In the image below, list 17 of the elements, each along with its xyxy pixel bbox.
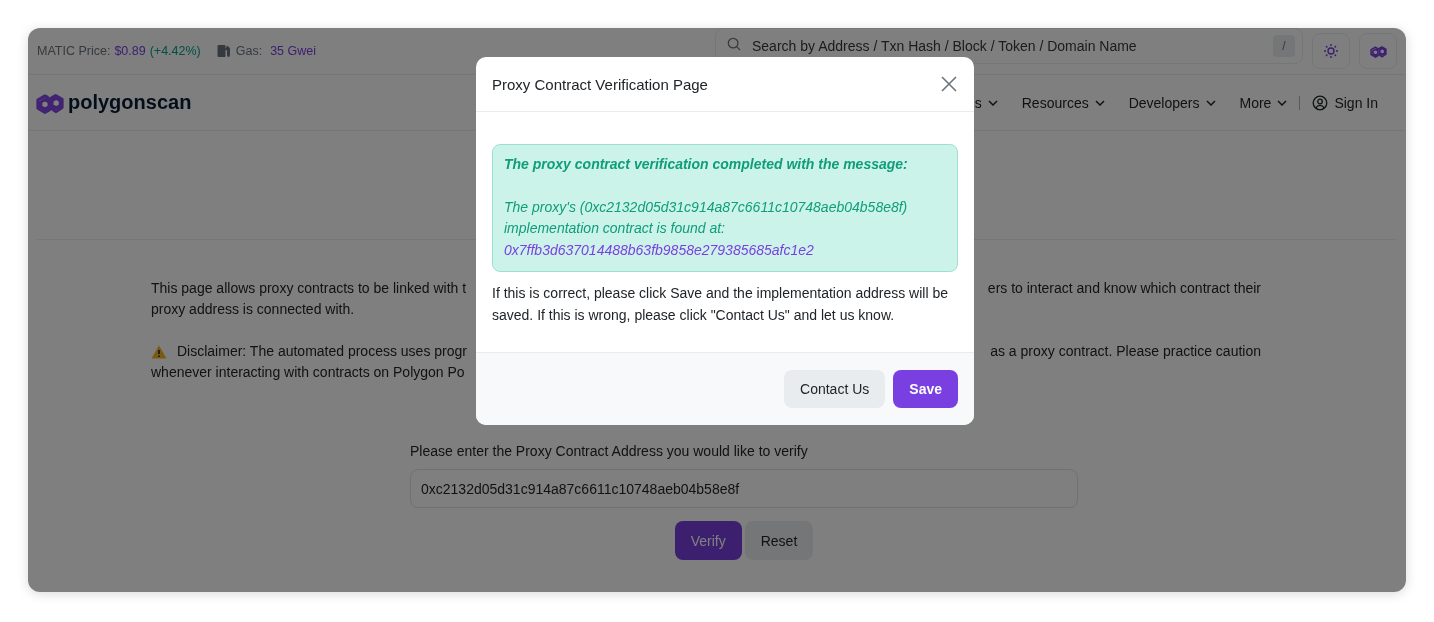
intro-text: This page allows proxy contracts to be linked with t (151, 279, 467, 298)
disclaimer-text: whenever interacting with contracts on Polygon Po (151, 363, 465, 382)
dialog-message: If this is correct, please click Save and the implementation address will be saved. If this is wrong, please click "Contact Us" and let us know. (492, 284, 949, 325)
disclaimer-text: as a proxy contract. Please practice caution (990, 342, 1261, 361)
intro-text: ers to interact and know which contract their (987, 279, 1261, 298)
disclaimer-text: Disclaimer: The automated process uses progr (177, 342, 467, 361)
price-value: $0.89 (114, 44, 146, 58)
alert-message: The proxy's (0xc2132d05d31c914a87c6611c10748aeb04b58e8f) implementation contract is found at: (504, 197, 909, 238)
gas-label: Gas: (235, 44, 263, 58)
dialog-title: Proxy Contract Verification Page (492, 75, 708, 93)
price-label: MATIC Price: (37, 44, 111, 58)
gas-value: 35 Gwei (270, 44, 316, 58)
shortcut-key: / (1273, 35, 1295, 57)
intro-text: proxy address is connected with. (151, 300, 355, 319)
field-label: Please enter the Proxy Contract Address you would like to verify (410, 443, 809, 459)
alert-heading: The proxy contract verification completed with the message: (504, 155, 909, 174)
price-change: (+4.42%) (149, 44, 201, 58)
